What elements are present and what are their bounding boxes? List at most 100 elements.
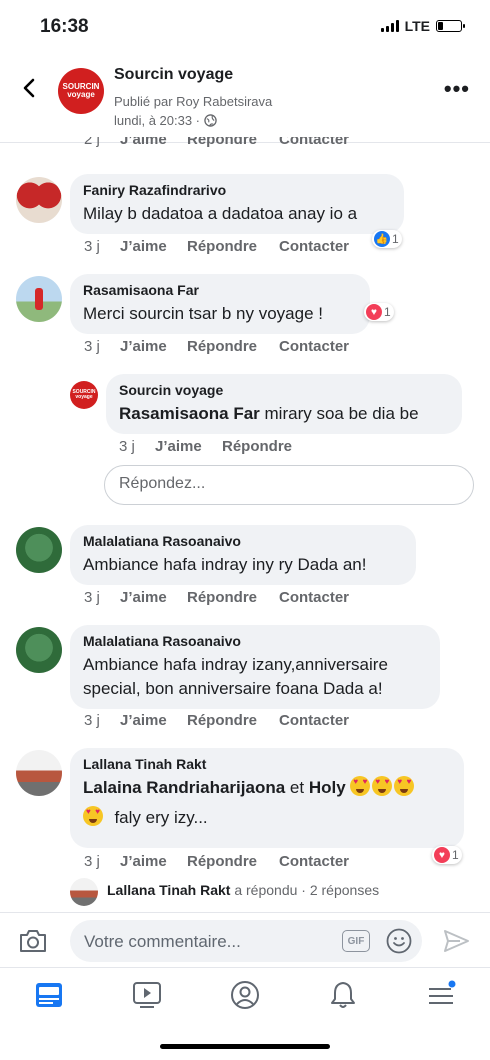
like-button[interactable]: J’aime xyxy=(120,589,187,606)
reply-button[interactable]: Répondre xyxy=(187,712,279,729)
published-by: Publié par Roy Rabetsirava xyxy=(114,94,273,109)
comment-bubble: Rasamisaona Far Merci sourcin tsar b ny … xyxy=(70,274,370,334)
composer-divider xyxy=(0,912,490,913)
heart-eyes-emoji-icon xyxy=(372,776,393,796)
avatar[interactable] xyxy=(16,627,62,673)
comment-actions: 3 j J’aime Répondre Contacter xyxy=(84,589,349,606)
like-reaction-icon: 👍 xyxy=(374,231,390,247)
heart-eyes-emoji-icon xyxy=(394,776,415,796)
news-feed-icon[interactable] xyxy=(34,980,64,1010)
comment-text-line2: faly ery izy... xyxy=(83,806,451,830)
reaction-count: 1 xyxy=(452,848,459,862)
avatar[interactable] xyxy=(16,276,62,322)
reply-input[interactable]: Répondez... xyxy=(104,465,474,505)
like-button[interactable]: J’aime xyxy=(120,137,187,147)
reaction-count: 1 xyxy=(384,305,391,319)
heart-eyes-emoji-icon xyxy=(83,806,103,826)
comment-author[interactable]: Rasamisaona Far xyxy=(83,282,357,298)
comment-author[interactable]: Malalatiana Rasoanaivo xyxy=(83,533,403,549)
smile-icon[interactable] xyxy=(386,928,412,954)
love-reaction-icon: ♥ xyxy=(366,304,382,320)
network-label: LTE xyxy=(404,18,430,34)
signal-icon xyxy=(380,20,399,32)
comment-input-placeholder[interactable]: Votre commentaire... xyxy=(84,932,241,952)
contact-button[interactable]: Contacter xyxy=(279,712,349,729)
send-icon[interactable] xyxy=(442,928,470,954)
comment-time: 3 j xyxy=(84,238,100,255)
replies-count: a répondu · 2 réponses xyxy=(230,882,380,898)
comment-text: Milay b dadatoa a dadatoa anay io a xyxy=(83,204,358,223)
like-button[interactable]: J’aime xyxy=(120,338,187,355)
comment-text: Ambiance hafa indray iny ry Dada an! xyxy=(83,555,367,574)
mention[interactable]: Lalaina Randriaharijaona xyxy=(83,778,285,797)
contact-button[interactable]: Contacter xyxy=(279,589,349,606)
comment-time: 3 j xyxy=(84,338,100,355)
menu-icon[interactable] xyxy=(426,980,456,1010)
reaction-summary[interactable]: 👍 1 xyxy=(372,230,402,248)
comment-bubble: Lallana Tinah Rakt Lalaina Randriaharija… xyxy=(70,748,464,848)
home-indicator xyxy=(160,1044,330,1049)
notifications-icon[interactable] xyxy=(328,980,358,1010)
comment-text: Merci sourcin tsar b ny voyage ! xyxy=(83,304,323,323)
reply-button[interactable]: Répondre xyxy=(187,589,279,606)
comment-author[interactable]: Malalatiana Rasoanaivo xyxy=(83,633,427,649)
avatar[interactable] xyxy=(16,527,62,573)
comment-actions: 3 j J’aime Répondre Contacter xyxy=(84,338,349,355)
page-name[interactable]: Sourcin voyage xyxy=(114,66,233,84)
more-icon[interactable]: ••• xyxy=(444,78,470,100)
comment-text-line1: Ambiance hafa indray izany,anniversaire xyxy=(83,655,388,674)
avatar[interactable] xyxy=(16,750,62,796)
contact-button[interactable]: Contacter xyxy=(279,137,349,147)
mention[interactable]: Holy xyxy=(309,778,346,797)
camera-icon[interactable] xyxy=(18,928,48,954)
contact-button[interactable]: Contacter xyxy=(279,238,349,255)
comment-actions: 3 j J’aime Répondre Contacter xyxy=(84,712,349,729)
avatar[interactable] xyxy=(16,177,62,223)
status-time: 16:38 xyxy=(40,16,89,37)
comment-time: 2 j xyxy=(84,137,100,147)
comment-text-line2: special, bon anniversaire foana Dada a! xyxy=(83,679,383,698)
comment-actions: 3 j J’aime Répondre Contacter xyxy=(84,853,349,870)
love-reaction-icon: ♥ xyxy=(434,847,450,863)
reaction-count: 1 xyxy=(392,232,399,246)
comment-bubble: Malalatiana Rasoanaivo Ambiance hafa ind… xyxy=(70,525,416,585)
reply-author[interactable]: Sourcin voyage xyxy=(119,382,449,398)
comment-actions: 3 j J’aime Répondre Contacter xyxy=(84,238,349,255)
page-avatar[interactable]: SOURCIN voyage xyxy=(58,68,104,114)
back-arrow-icon[interactable] xyxy=(18,76,42,100)
reply-bubble: Sourcin voyage Rasamisaona Far mirary so… xyxy=(106,374,462,434)
reply-button[interactable]: Répondre xyxy=(187,338,279,355)
gif-icon[interactable]: GIF xyxy=(342,930,370,952)
reply-button[interactable]: Répondre xyxy=(187,238,279,255)
like-button[interactable]: J’aime xyxy=(155,438,222,455)
comment-time: 3 j xyxy=(119,438,135,455)
like-button[interactable]: J’aime xyxy=(120,853,187,870)
reaction-summary[interactable]: ♥ 1 xyxy=(432,846,462,864)
post-meta: Publié par Roy Rabetsirava lundi, à 20:3… xyxy=(114,92,272,130)
heart-eyes-emoji-icon xyxy=(350,776,371,796)
comment-author[interactable]: Lallana Tinah Rakt xyxy=(83,756,451,772)
reply-avatar xyxy=(70,878,98,906)
mention[interactable]: Rasamisaona Far xyxy=(119,404,260,423)
status-indicators: LTE xyxy=(380,18,465,34)
globe-icon xyxy=(203,114,217,127)
contact-button[interactable]: Contacter xyxy=(279,338,349,355)
comment-bubble: Malalatiana Rasoanaivo Ambiance hafa ind… xyxy=(70,625,440,709)
comment-author[interactable]: Faniry Razafindrarivo xyxy=(83,182,391,198)
reply-body: mirary soa be dia be xyxy=(259,404,419,423)
comment-time: 3 j xyxy=(84,853,100,870)
contact-button[interactable]: Contacter xyxy=(279,853,349,870)
reply-button[interactable]: Répondre xyxy=(187,853,279,870)
comment-time: 3 j xyxy=(84,589,100,606)
view-replies-link[interactable]: Lallana Tinah Rakt a répondu · 2 réponse… xyxy=(107,882,379,898)
reply-button[interactable]: Répondre xyxy=(187,137,279,147)
replier-name: Lallana Tinah Rakt xyxy=(107,882,231,898)
watch-icon[interactable] xyxy=(132,980,162,1010)
reply-avatar[interactable]: SOURCIN voyage xyxy=(70,381,98,409)
reply-button[interactable]: Répondre xyxy=(222,438,292,455)
like-button[interactable]: J’aime xyxy=(120,238,187,255)
reaction-summary[interactable]: ♥ 1 xyxy=(364,303,394,321)
profile-icon[interactable] xyxy=(230,980,260,1010)
comment-text-end: faly ery izy... xyxy=(114,808,208,827)
like-button[interactable]: J’aime xyxy=(120,712,187,729)
